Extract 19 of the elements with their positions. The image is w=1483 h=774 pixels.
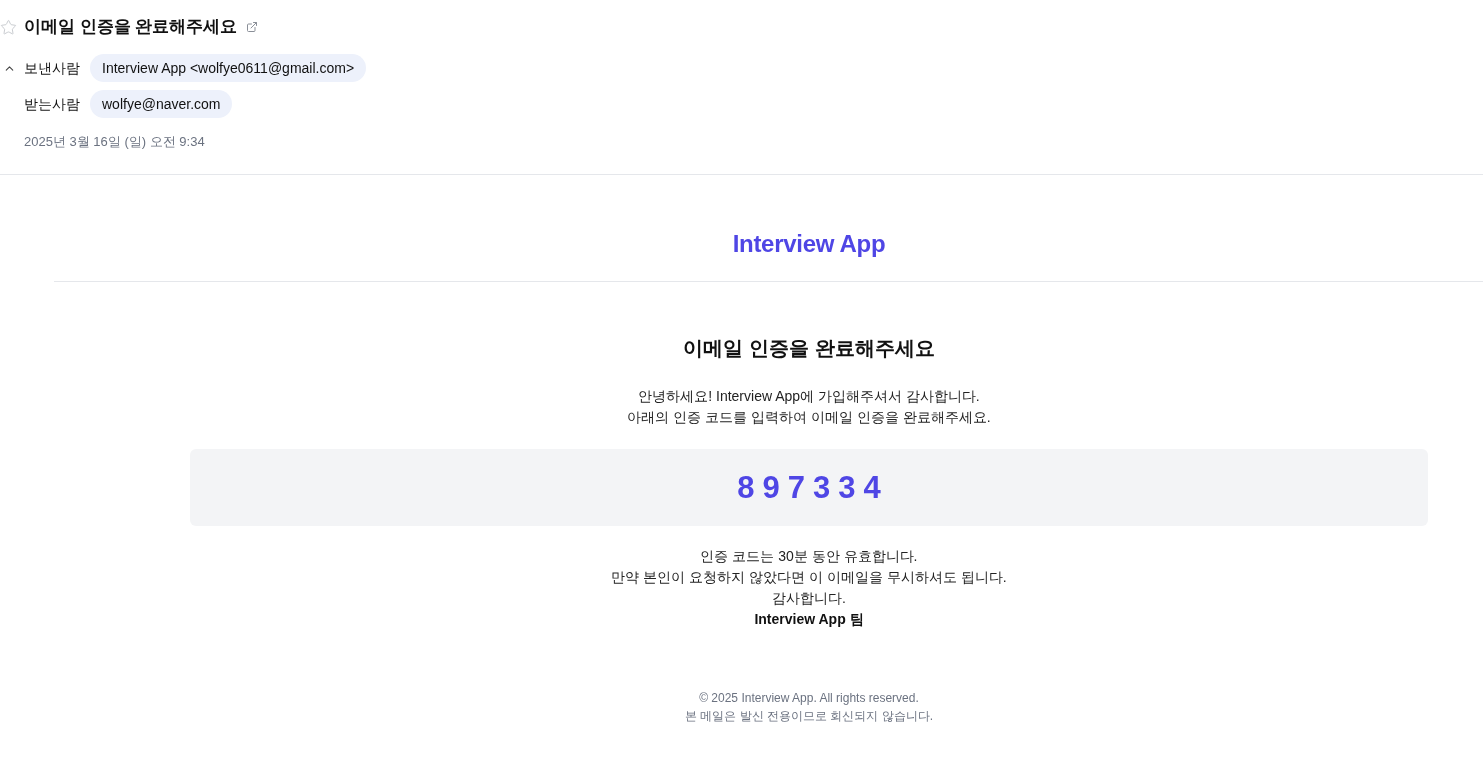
star-icon[interactable] xyxy=(0,18,17,36)
email-subject: 이메일 인증을 완료해주세요 xyxy=(24,16,238,38)
closing-text: 만약 본인이 요청하지 않았다면 이 이메일을 무시하셔도 됩니다. xyxy=(611,568,1007,587)
signature-text: Interview App 팀 xyxy=(754,610,864,629)
recipient-label: 받는사람 xyxy=(24,94,81,114)
intro-text: 아래의 인증 코드를 입력하여 이메일 인증을 완료해주세요. xyxy=(627,408,991,427)
external-link-icon[interactable] xyxy=(246,21,259,33)
logo-text: Interview App xyxy=(732,229,886,259)
sender-label: 보낸사람 xyxy=(24,58,81,78)
sent-date: 2025년 3월 16일 (일) 오전 9:34 xyxy=(24,134,205,149)
footer-text: 본 메일은 발신 전용이므로 회신되지 않습니다. xyxy=(685,708,933,725)
verification-code: 897334 xyxy=(736,469,889,506)
intro-text: 안녕하세요! Interview App에 가입해주셔서 감사합니다. xyxy=(638,387,980,406)
sender-chip[interactable]: Interview App <wolfye0611@gmail.com> xyxy=(90,54,367,82)
recipient-chip[interactable]: wolfye@naver.com xyxy=(90,90,233,118)
closing-text: 감사합니다. xyxy=(772,589,846,608)
closing-text: 인증 코드는 30분 동안 유효합니다. xyxy=(700,547,918,566)
email-heading: 이메일 인증을 완료해주세요 xyxy=(683,336,935,361)
footer-text: © 2025 Interview App. All rights reserved. xyxy=(699,690,919,707)
